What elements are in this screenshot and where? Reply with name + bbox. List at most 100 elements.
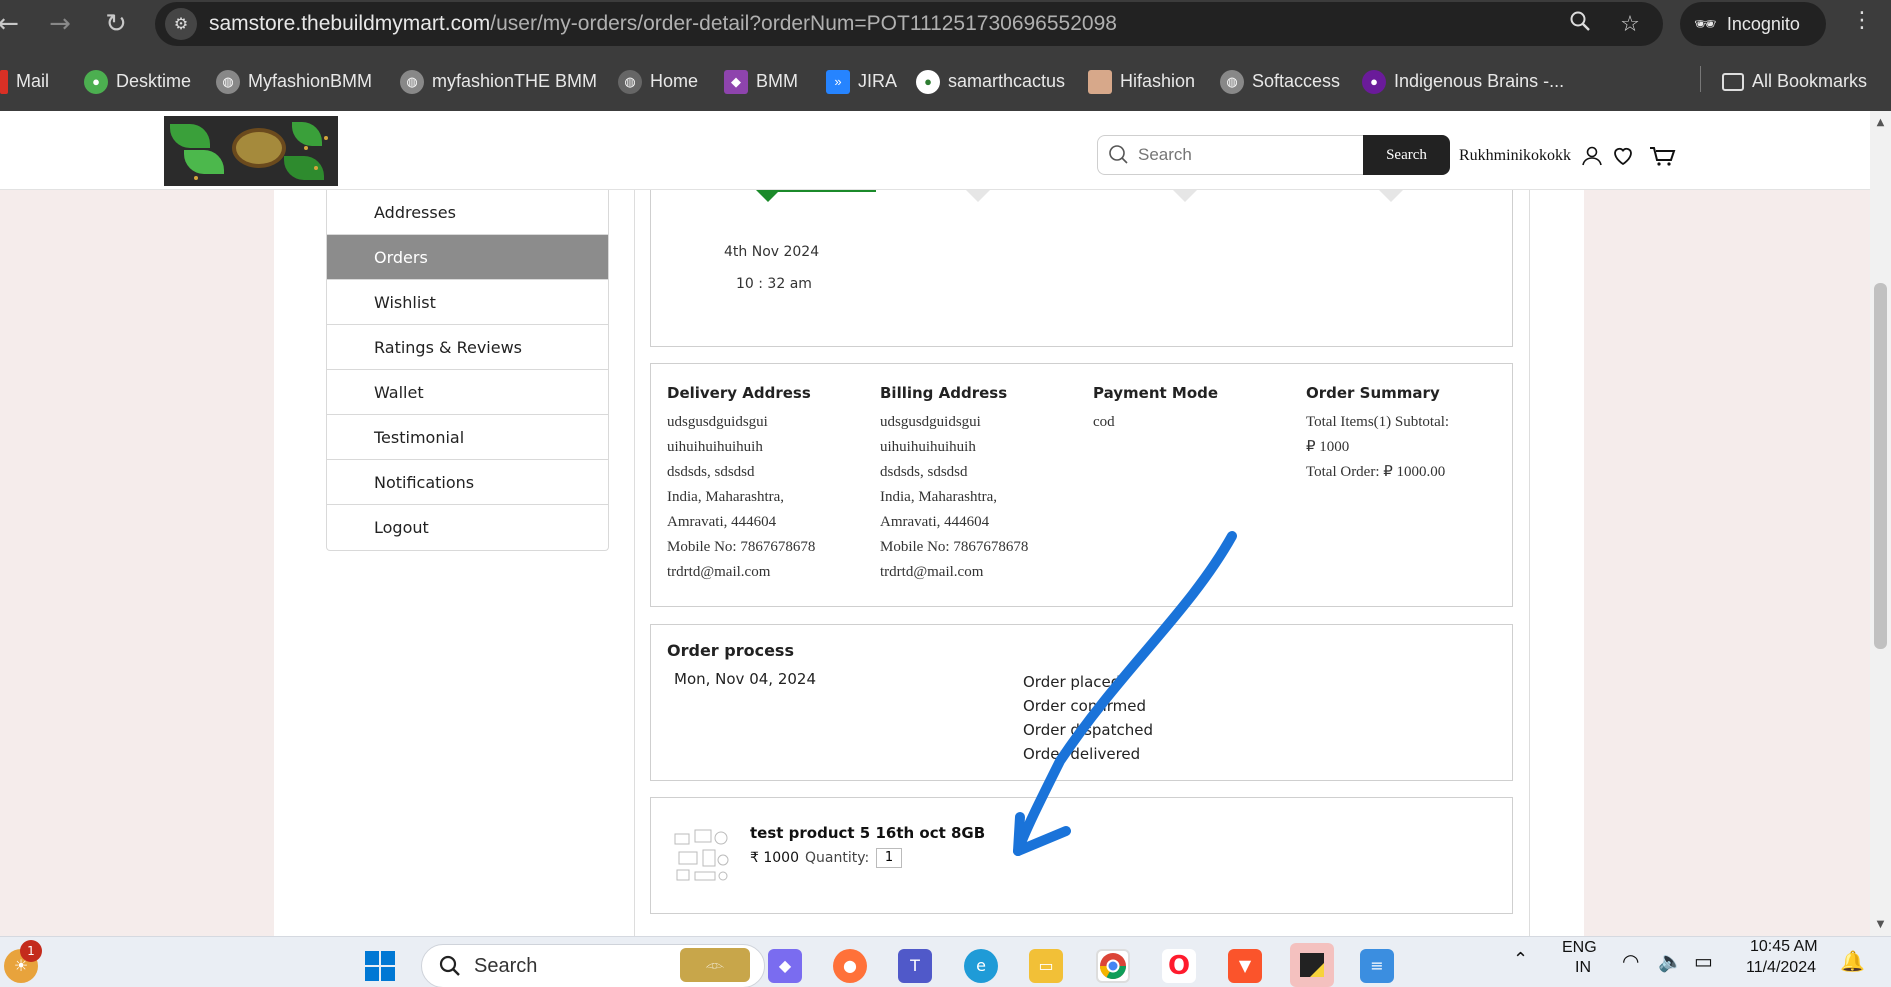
bookmark-label: Hifashion bbox=[1120, 71, 1196, 91]
scroll-down-icon[interactable]: ▼ bbox=[1873, 919, 1888, 930]
process-step-placed: Order placed bbox=[1023, 673, 1121, 691]
clock-date[interactable]: 11/4/2024 bbox=[1746, 959, 1816, 977]
search-button[interactable]: Search bbox=[1363, 135, 1450, 175]
opera-icon[interactable]: O bbox=[1162, 949, 1196, 983]
sidebar-item-wishlist[interactable]: Wishlist bbox=[327, 280, 608, 325]
clock-time[interactable]: 10:45 AM bbox=[1750, 938, 1818, 956]
sidebar-item-wallet[interactable]: Wallet bbox=[327, 370, 608, 415]
product-price: ₹ 1000 bbox=[750, 850, 799, 866]
order-timeline-panel: 4th Nov 2024 10 : 32 am bbox=[650, 190, 1513, 347]
all-bookmarks[interactable]: All Bookmarks bbox=[1722, 68, 1867, 94]
bookmark-home[interactable]: ◍ Home bbox=[618, 68, 698, 95]
language-indicator[interactable]: ENG bbox=[1562, 939, 1597, 957]
billing-address-title: Billing Address bbox=[880, 384, 1008, 402]
payment-mode-value: cod bbox=[1093, 414, 1115, 430]
bookmark-softaccess[interactable]: ◍ Softaccess bbox=[1220, 68, 1341, 95]
bookmark-bmm[interactable]: ◆ BMM bbox=[724, 68, 798, 95]
payment-mode-title: Payment Mode bbox=[1093, 384, 1219, 402]
timeline-step-marker bbox=[1173, 190, 1197, 202]
username-label[interactable]: Rukhminikokokk bbox=[1459, 147, 1571, 165]
bookmark-label: Softaccess bbox=[1252, 71, 1341, 91]
bookmark-star-icon[interactable]: ☆ bbox=[1615, 10, 1645, 40]
account-sidebar: Addresses Orders Wishlist Ratings & Revi… bbox=[326, 190, 609, 551]
taskbar-search[interactable]: Search 𓁹 bbox=[421, 944, 765, 987]
search-highlight-icon: 𓁹 bbox=[680, 948, 750, 982]
scrollbar-thumb[interactable] bbox=[1874, 283, 1887, 649]
order-summary-title: Order Summary bbox=[1306, 384, 1440, 402]
sidebar-item-logout[interactable]: Logout bbox=[327, 505, 608, 550]
bookmark-desktime[interactable]: ● Desktime bbox=[84, 68, 191, 95]
bookmark-mail[interactable]: Mail bbox=[0, 68, 49, 95]
order-process-date: Mon, Nov 04, 2024 bbox=[674, 670, 817, 688]
bookmark-indigenous-brains[interactable]: ● Indigenous Brains -... bbox=[1362, 68, 1565, 95]
bookmark-jira[interactable]: » JIRA bbox=[826, 68, 897, 95]
incognito-icon: 🕶 bbox=[1694, 14, 1717, 34]
search-input[interactable] bbox=[1138, 142, 1348, 168]
logo-seed bbox=[324, 136, 328, 140]
wifi-icon[interactable]: ◠ bbox=[1622, 949, 1639, 974]
logo-leaf bbox=[292, 122, 322, 146]
bookmark-hifashion[interactable]: Hifashion bbox=[1088, 68, 1196, 95]
hifashion-icon bbox=[1088, 70, 1112, 95]
delivery-email: trdrtd@mail.com bbox=[667, 564, 771, 580]
process-step-dispatched: Order dispatched bbox=[1023, 721, 1153, 739]
notepad-icon[interactable]: ≡ bbox=[1360, 949, 1394, 983]
copilot-icon[interactable]: ◆ bbox=[768, 949, 802, 983]
forward-icon[interactable]: → bbox=[40, 8, 80, 40]
timeline-date: 4th Nov 2024 bbox=[724, 244, 820, 260]
incognito-indicator[interactable]: 🕶 Incognito bbox=[1680, 2, 1826, 46]
edge-icon[interactable]: e bbox=[964, 949, 998, 983]
browser-menu-icon[interactable]: ⋮ bbox=[1850, 8, 1874, 33]
user-icon[interactable] bbox=[1580, 144, 1604, 168]
product-thumbnail[interactable] bbox=[671, 826, 733, 886]
page-scrollbar[interactable]: ▲ ▼ bbox=[1870, 111, 1891, 936]
reload-icon[interactable]: ↻ bbox=[96, 8, 136, 40]
battery-icon[interactable]: ▭ bbox=[1694, 949, 1713, 974]
windows-start-icon[interactable] bbox=[363, 949, 397, 983]
url-text[interactable]: samstore.thebuildmymart.com/user/my-orde… bbox=[209, 12, 1117, 36]
bookmark-samarthcactus[interactable]: ● samarthcactus bbox=[916, 68, 1065, 95]
store-logo[interactable] bbox=[164, 116, 338, 186]
bookmark-myfashion-the-bmm[interactable]: ◍ myfashionTHE BMM bbox=[400, 68, 597, 95]
back-icon[interactable]: ← bbox=[0, 8, 28, 40]
bookmark-myfashionbmm[interactable]: ◍ MyfashionBMM bbox=[216, 68, 373, 95]
bookmarks-bar: Mail ● Desktime ◍ MyfashionBMM ◍ myfashionT… bbox=[0, 60, 1891, 100]
chrome-icon[interactable] bbox=[1096, 949, 1130, 983]
bookmark-label: MyfashionBMM bbox=[248, 71, 373, 91]
heart-icon[interactable] bbox=[1611, 144, 1635, 168]
billing-mobile: Mobile No: 7867678678 bbox=[880, 539, 1029, 555]
globe-icon: ◍ bbox=[1220, 70, 1244, 95]
sidebar-item-addresses[interactable]: Addresses bbox=[327, 190, 608, 235]
order-process-panel: Order process Mon, Nov 04, 2024 Order pl… bbox=[650, 624, 1513, 781]
file-explorer-icon[interactable]: ▭ bbox=[1029, 949, 1063, 983]
product-name[interactable]: test product 5 16th oct 8GB bbox=[750, 824, 985, 842]
logo-seed bbox=[304, 146, 308, 150]
teams-icon[interactable]: T bbox=[898, 949, 932, 983]
cart-icon[interactable] bbox=[1648, 144, 1676, 168]
process-step-confirmed: Order confirmed bbox=[1023, 697, 1147, 715]
logo-leaf bbox=[184, 150, 224, 174]
search-field[interactable] bbox=[1097, 135, 1363, 175]
brave-icon[interactable]: ▼ bbox=[1228, 949, 1262, 983]
sticky-notes-icon[interactable] bbox=[1290, 943, 1334, 987]
timeline-step-marker-active bbox=[756, 190, 780, 202]
bookmark-label: Indigenous Brains -... bbox=[1394, 71, 1565, 91]
firefox-icon[interactable]: ● bbox=[833, 949, 867, 983]
site-info-icon[interactable]: ⚙ bbox=[165, 8, 197, 40]
sidebar-item-testimonial[interactable]: Testimonial bbox=[327, 415, 608, 460]
incognito-label: Incognito bbox=[1726, 14, 1800, 34]
desktime-icon: ● bbox=[84, 70, 108, 95]
show-hidden-icons-icon[interactable]: ⌃ bbox=[1513, 949, 1528, 970]
scroll-up-icon[interactable]: ▲ bbox=[1873, 117, 1888, 128]
zoom-icon[interactable] bbox=[1565, 10, 1595, 40]
notification-bell-icon[interactable]: 🔔 bbox=[1840, 949, 1865, 974]
sidebar-item-ratings-reviews[interactable]: Ratings & Reviews bbox=[327, 325, 608, 370]
sidebar-item-orders[interactable]: Orders bbox=[327, 235, 608, 280]
order-product-panel: test product 5 16th oct 8GB ₹ 1000 Quant… bbox=[650, 797, 1513, 914]
volume-icon[interactable]: 🔈 bbox=[1658, 949, 1683, 974]
sidebar-item-notifications[interactable]: Notifications bbox=[327, 460, 608, 505]
region-indicator: IN bbox=[1575, 959, 1591, 976]
indigenous-brains-icon: ● bbox=[1362, 70, 1386, 95]
delivery-address-line: India, Maharashtra, bbox=[667, 489, 785, 505]
address-bar[interactable]: ⚙ samstore.thebuildmymart.com/user/my-or… bbox=[155, 2, 1663, 46]
